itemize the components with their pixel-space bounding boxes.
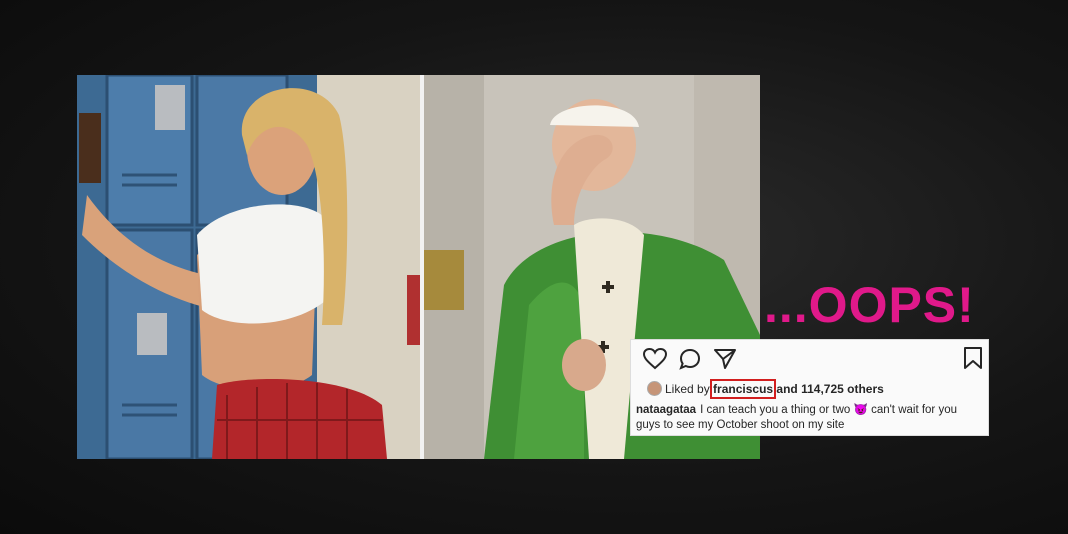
avatar-icon[interactable] xyxy=(647,381,662,396)
post-caption: nataagataa I can teach you a thing or two… xyxy=(636,403,981,433)
caption-username[interactable]: nataagataa xyxy=(636,404,696,416)
photo-woman-lockers xyxy=(77,75,420,459)
photo-woman-lockers-illustration xyxy=(77,75,420,459)
comment-icon[interactable] xyxy=(679,348,701,370)
caption-text-start: I can teach you a thing or two xyxy=(700,404,851,416)
oops-headline: ...OOPS! xyxy=(764,277,975,333)
share-icon[interactable] xyxy=(714,349,736,369)
liked-by-label: Liked by xyxy=(665,382,710,396)
liked-by-username[interactable]: franciscus xyxy=(710,379,777,399)
likes-count[interactable]: and 114,725 others xyxy=(776,382,883,396)
bookmark-icon[interactable] xyxy=(964,347,982,370)
devil-emoji-icon: 😈 xyxy=(853,404,868,416)
instagram-post-card: Liked by franciscus and 114,725 others n… xyxy=(631,340,988,435)
heart-icon[interactable] xyxy=(643,348,667,370)
